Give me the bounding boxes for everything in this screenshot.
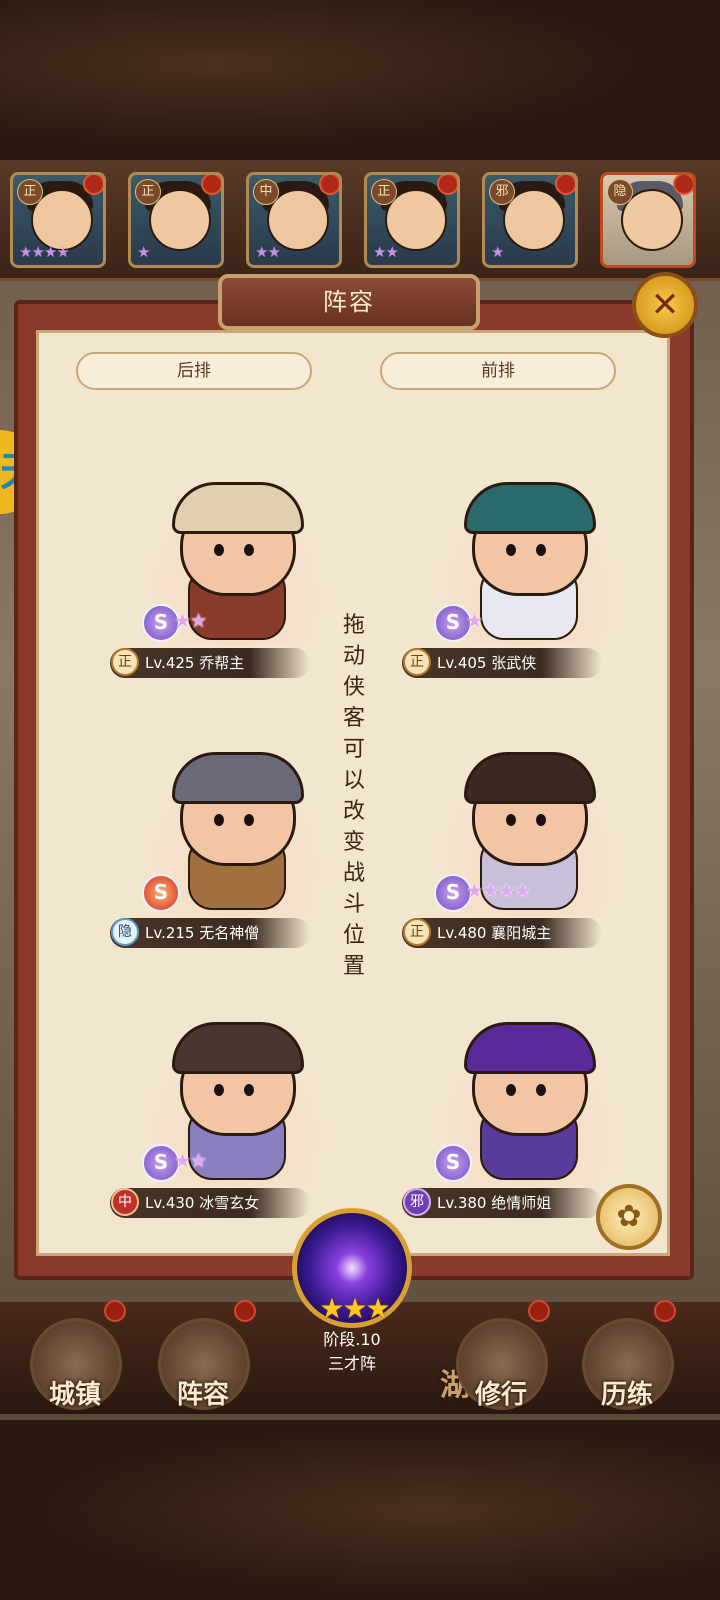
hero-card[interactable]: 正 ★★★★ bbox=[10, 172, 106, 268]
flower-icon: ✿ bbox=[616, 1199, 642, 1234]
hero-eye bbox=[506, 544, 516, 556]
hero-eye bbox=[244, 814, 254, 826]
hero-slot-back-2[interactable]: S 隐 Lv.215 无名神僧 bbox=[110, 746, 360, 948]
rank-s-icon: S bbox=[434, 1144, 472, 1182]
star-rating: ★★ bbox=[255, 243, 281, 261]
faction-badge: 正 bbox=[403, 648, 431, 676]
hero-slot-front-2[interactable]: S ★★★★ 正 Lv.480 襄阳城主 bbox=[402, 746, 652, 948]
hero-strip: 正 ★★★★ 正 ★ 中 ★★ 正 ★★ 邪 ★ 隐 bbox=[0, 160, 720, 281]
hero-hat bbox=[464, 752, 596, 804]
hero-eye bbox=[214, 544, 224, 556]
red-pin-icon bbox=[528, 1300, 550, 1322]
hero-hat bbox=[172, 752, 304, 804]
hero-eye bbox=[214, 814, 224, 826]
close-button[interactable]: ✕ bbox=[632, 272, 698, 338]
hero-name: Lv.215 无名神僧 bbox=[145, 924, 260, 942]
hero-hat bbox=[464, 482, 596, 534]
hero-label: 正 Lv.480 襄阳城主 bbox=[402, 918, 602, 948]
faction-badge: 正 bbox=[135, 179, 161, 205]
hero-hat bbox=[464, 1022, 596, 1074]
red-pin-icon bbox=[319, 175, 339, 195]
faction-badge: 中 bbox=[111, 1188, 139, 1216]
star-rating: ★★ bbox=[373, 243, 399, 261]
red-pin-icon bbox=[201, 175, 221, 195]
faction-badge: 正 bbox=[371, 179, 397, 205]
hero-card[interactable]: 中 ★★ bbox=[246, 172, 342, 268]
formation-switch-button[interactable]: ✿ bbox=[596, 1184, 662, 1250]
hero-eye bbox=[244, 1084, 254, 1096]
faction-badge: 中 bbox=[253, 179, 279, 205]
nav-trial-label: 历练 bbox=[600, 1380, 653, 1410]
red-pin-icon bbox=[234, 1300, 256, 1322]
red-pin-icon bbox=[104, 1300, 126, 1322]
hero-slot-back-1[interactable]: S ★★ 正 Lv.425 乔帮主 bbox=[110, 476, 360, 678]
hero-label: 正 Lv.405 张武侠 bbox=[402, 648, 602, 678]
hero-eye bbox=[506, 1084, 516, 1096]
hero-name: Lv.405 张武侠 bbox=[437, 654, 537, 672]
hero-label: 正 Lv.425 乔帮主 bbox=[110, 648, 310, 678]
hero-card[interactable]: 正 ★ bbox=[128, 172, 224, 268]
star-rating: ★★ bbox=[174, 610, 207, 632]
hero-eye bbox=[214, 1084, 224, 1096]
faction-badge: 正 bbox=[17, 179, 43, 205]
star-rating: ★ bbox=[491, 243, 504, 261]
panel-title: 阵容 bbox=[218, 274, 480, 330]
background-bottom bbox=[0, 1420, 720, 1600]
red-pin-icon bbox=[437, 175, 457, 195]
hero-eye bbox=[536, 1084, 546, 1096]
hero-eye bbox=[536, 814, 546, 826]
front-row-header: 前排 bbox=[380, 352, 616, 390]
faction-badge: 正 bbox=[111, 648, 139, 676]
nav-town-label: 城镇 bbox=[48, 1380, 101, 1410]
hero-label: 中 Lv.430 冰雪玄女 bbox=[110, 1188, 310, 1218]
hero-hat bbox=[172, 1022, 304, 1074]
faction-badge: 正 bbox=[403, 918, 431, 946]
red-pin-icon bbox=[83, 175, 103, 195]
hero-eye bbox=[506, 814, 516, 826]
faction-badge: 邪 bbox=[403, 1188, 431, 1216]
star-rating: ★ bbox=[137, 243, 150, 261]
close-icon: ✕ bbox=[650, 285, 680, 325]
hero-name: Lv.430 冰雪玄女 bbox=[145, 1194, 260, 1212]
hero-name: Lv.480 襄阳城主 bbox=[437, 924, 552, 942]
formation-stars: ★★★ bbox=[319, 1292, 390, 1325]
formation-name: 三才阵 bbox=[327, 1354, 376, 1373]
star-rating: ★★ bbox=[174, 1150, 207, 1172]
hero-slot-back-3[interactable]: S ★★ 中 Lv.430 冰雪玄女 bbox=[110, 1016, 360, 1218]
red-pin-icon bbox=[673, 175, 693, 195]
faction-badge: 隐 bbox=[111, 918, 139, 946]
back-row-header: 后排 bbox=[76, 352, 312, 390]
rank-s-icon: S bbox=[142, 874, 180, 912]
hero-label: 隐 Lv.215 无名神僧 bbox=[110, 918, 310, 948]
hero-eye bbox=[244, 544, 254, 556]
red-pin-icon bbox=[654, 1300, 676, 1322]
hero-name: Lv.425 乔帮主 bbox=[145, 654, 245, 672]
hero-hat bbox=[172, 482, 304, 534]
hero-card[interactable]: 邪 ★ bbox=[482, 172, 578, 268]
red-pin-icon bbox=[555, 175, 575, 195]
hero-eye bbox=[536, 544, 546, 556]
hero-label: 邪 Lv.380 绝情师姐 bbox=[402, 1188, 602, 1218]
star-rating: ★★★★ bbox=[466, 880, 531, 902]
hero-name: Lv.380 绝情师姐 bbox=[437, 1194, 552, 1212]
hero-card[interactable]: 正 ★★ bbox=[364, 172, 460, 268]
hero-card[interactable]: 隐 bbox=[600, 172, 696, 268]
nav-lineup-label: 阵容 bbox=[176, 1380, 229, 1410]
faction-badge: 隐 bbox=[607, 179, 633, 205]
faction-badge: 邪 bbox=[489, 179, 515, 205]
nav-cultivate-label: 修行 bbox=[474, 1380, 527, 1410]
background-top bbox=[0, 0, 720, 160]
star-rating: ★ bbox=[466, 610, 483, 632]
star-rating: ★★★★ bbox=[19, 243, 70, 261]
hero-slot-front-1[interactable]: S ★ 正 Lv.405 张武侠 bbox=[402, 476, 652, 678]
formation-stage: 阶段.10 bbox=[323, 1330, 381, 1349]
